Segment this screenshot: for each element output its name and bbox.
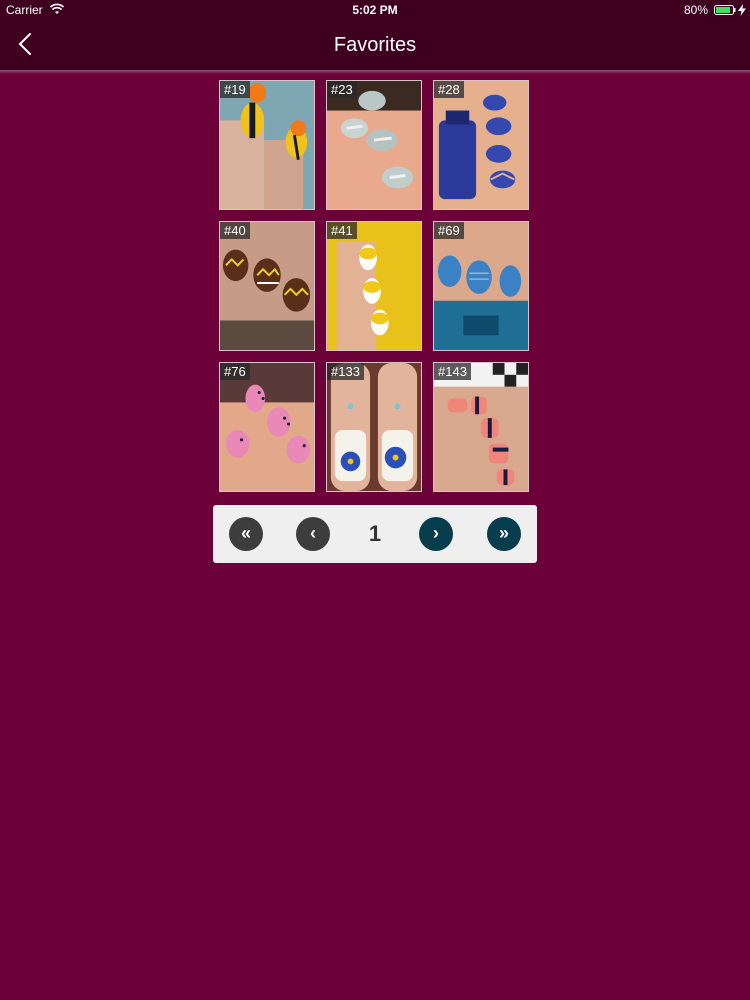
favorite-number: #41 — [327, 222, 357, 239]
nail-art-image — [327, 81, 421, 209]
nail-art-image — [220, 81, 314, 209]
favorite-number: #143 — [434, 363, 471, 380]
page-title: Favorites — [333, 34, 417, 56]
charging-bolt-icon — [738, 4, 746, 16]
pagination-bar: « ‹ 1 › » — [213, 505, 537, 563]
nail-art-image — [327, 222, 421, 350]
favorite-item[interactable]: #76 — [219, 362, 315, 492]
favorite-item[interactable]: #28 — [433, 80, 529, 210]
nail-art-image — [327, 363, 421, 491]
last-page-button[interactable]: » — [487, 517, 521, 551]
favorite-number: #76 — [220, 363, 250, 380]
nail-art-image — [434, 363, 528, 491]
nav-divider — [0, 70, 750, 74]
favorite-number: #40 — [220, 222, 250, 239]
favorite-item[interactable]: #41 — [326, 221, 422, 351]
favorite-number: #133 — [327, 363, 364, 380]
previous-page-button[interactable]: ‹ — [296, 517, 330, 551]
navigation-bar: Favorites — [0, 20, 750, 70]
battery-percent: 80% — [683, 3, 708, 17]
current-page-number: 1 — [368, 521, 382, 546]
first-page-button[interactable]: « — [229, 517, 263, 551]
favorite-item[interactable]: #19 — [219, 80, 315, 210]
nail-art-image — [434, 81, 528, 209]
favorite-item[interactable]: #133 — [326, 362, 422, 492]
nail-art-image — [220, 363, 314, 491]
favorite-number: #69 — [434, 222, 464, 239]
favorite-number: #28 — [434, 81, 464, 98]
favorite-item[interactable]: #40 — [219, 221, 315, 351]
favorite-item[interactable]: #23 — [326, 80, 422, 210]
clock-time: 5:02 PM — [352, 3, 398, 17]
favorite-number: #19 — [220, 81, 250, 98]
next-page-button[interactable]: › — [419, 517, 453, 551]
favorite-item[interactable]: #143 — [433, 362, 529, 492]
status-bar: Carrier 5:02 PM 80% — [0, 0, 750, 20]
battery-icon — [714, 5, 736, 15]
favorite-number: #23 — [327, 81, 357, 98]
favorite-item[interactable]: #69 — [433, 221, 529, 351]
nail-art-image — [220, 222, 314, 350]
nail-art-image — [434, 222, 528, 350]
